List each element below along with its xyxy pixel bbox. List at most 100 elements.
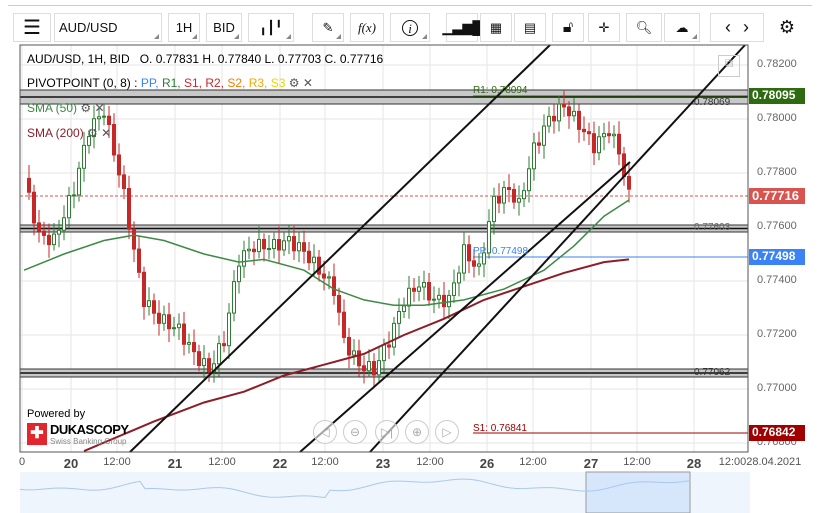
candle (307, 250, 311, 264)
scroll-right-button[interactable]: ▷ (435, 420, 459, 444)
band-label-low: 0.77062 (694, 367, 731, 378)
zoom-in-button[interactable]: ⊕ (405, 420, 429, 444)
close-icon[interactable]: ✕ (101, 126, 111, 140)
candle (182, 323, 186, 345)
candle (522, 190, 526, 200)
candle (107, 115, 111, 125)
candle (412, 287, 416, 292)
candle (227, 312, 231, 347)
zoom-out-button[interactable]: ⊖ (343, 420, 367, 444)
gear-icon[interactable]: ⚙ (80, 101, 91, 115)
trend-line[interactable] (299, 161, 631, 453)
candle (382, 344, 386, 362)
candle (202, 358, 206, 367)
gear-icon[interactable]: ⚙ (87, 126, 98, 140)
candle (157, 312, 161, 324)
candle (492, 195, 496, 223)
candle (72, 194, 76, 197)
sep: : (130, 76, 141, 90)
candle (517, 198, 521, 203)
candle (452, 282, 456, 296)
candle (122, 174, 126, 190)
grid (20, 45, 748, 452)
candle (252, 248, 256, 253)
price-tick: 0.78000 (757, 112, 797, 124)
sma200-label: SMA (200) (27, 126, 84, 140)
candle (547, 115, 551, 127)
powered-by: Powered by (27, 408, 86, 420)
candle (277, 239, 281, 251)
candle (402, 305, 406, 312)
pivot-item-s2: S2, (227, 76, 249, 90)
candle (297, 242, 301, 252)
candle (332, 276, 336, 296)
s1-label: S1: 0.76841 (473, 423, 527, 434)
candle (497, 195, 501, 204)
last-price-tag: 0.77716 (749, 188, 805, 204)
candle (312, 256, 316, 264)
candle (542, 125, 546, 146)
dukascopy-logo: Powered by ✚ DUKASCOPY Swiss Banking Group (27, 408, 129, 446)
candle (42, 230, 46, 236)
time-tick: 22 (272, 456, 288, 471)
pivot-legend: PIVOTPOINT (0, 8) : PP, R1, S1, R2, S2, … (27, 76, 313, 90)
pivot-item-s3: S3 (270, 76, 286, 90)
candle (142, 271, 146, 307)
candle (562, 103, 566, 108)
candle (362, 365, 366, 372)
candle (342, 311, 346, 338)
candle (217, 343, 221, 365)
scroll-end-button[interactable]: ▷| (375, 420, 399, 444)
candle (322, 273, 326, 279)
popout-icon[interactable]: ⧉ (718, 55, 740, 77)
candle (407, 287, 411, 307)
candle (102, 115, 106, 118)
candle (577, 110, 581, 130)
candle (237, 265, 241, 283)
instrument-label: AUD/USD, 1H, BID (27, 52, 130, 66)
candle (377, 360, 381, 376)
candle (247, 248, 251, 252)
r1-price-tag: 0.78095 (749, 88, 805, 104)
candle (372, 361, 376, 376)
pivot-item-r3: R3, (248, 76, 271, 90)
candle (222, 343, 226, 347)
candles (27, 90, 631, 389)
time-tick: 12:00 (416, 456, 444, 468)
candle (272, 239, 276, 250)
ohlc-values: O. 0.77831 H. 0.77840 L. 0.77703 C. 0.77… (139, 52, 384, 66)
time-tick: 0 (18, 456, 26, 468)
candle (587, 131, 591, 135)
time-tick: 12:00 (311, 456, 339, 468)
zoom-out-icon: ⊖ (349, 425, 361, 439)
candle (207, 358, 211, 373)
candle (617, 133, 621, 155)
triangle-left-icon: ◁ (320, 425, 330, 439)
pivot-item-r1: R1, (161, 76, 184, 90)
triangle-right-icon: ▷ (442, 425, 452, 439)
band-label-mid: 0.77603 (694, 222, 731, 233)
time-tick: 12:0028.04.2021 (718, 456, 802, 468)
price-tick: 0.77400 (757, 274, 797, 286)
candle (352, 350, 356, 356)
candle (417, 286, 421, 292)
pivot-item-pp: PP, (140, 76, 162, 90)
close-icon[interactable]: ✕ (94, 101, 104, 115)
candle (507, 187, 511, 191)
time-tick: 21 (167, 456, 183, 471)
candle (597, 136, 601, 154)
candle (537, 142, 541, 146)
gear-icon[interactable]: ⚙ (289, 76, 300, 90)
candle (327, 276, 331, 279)
candle (287, 236, 291, 242)
candle (462, 244, 466, 274)
scroll-left-button[interactable]: ◁ (313, 420, 337, 444)
candle (282, 240, 286, 251)
sma50-line (23, 199, 630, 307)
pp-price-tag: 0.77498 (749, 249, 805, 265)
candle (262, 238, 266, 250)
r1-label: R1: 0.78094 (473, 85, 528, 96)
candle (127, 188, 131, 230)
navigator-window[interactable] (585, 471, 691, 513)
close-icon[interactable]: ✕ (303, 76, 313, 90)
